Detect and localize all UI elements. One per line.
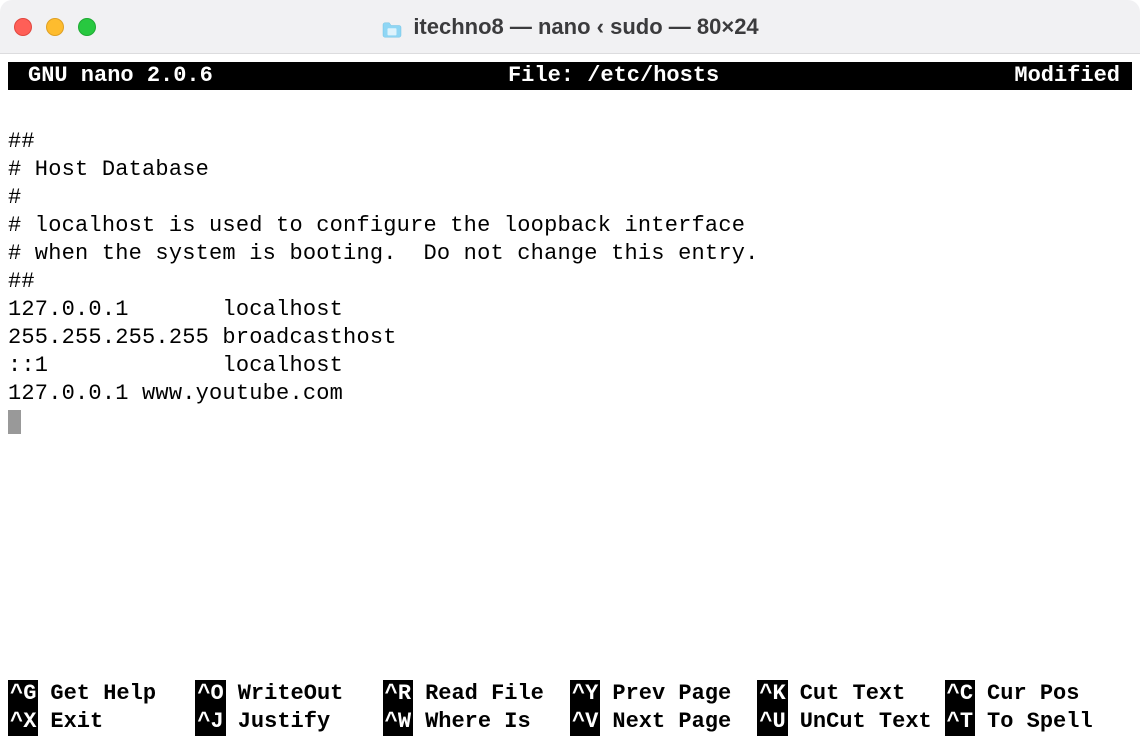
- shortcut-label: UnCut Text: [788, 708, 932, 736]
- nano-modified-status: Modified: [1014, 62, 1130, 90]
- window-title-text: itechno8 — nano ‹ sudo — 80×24: [413, 13, 758, 41]
- editor-content[interactable]: ## # Host Database # # localhost is used…: [0, 90, 1140, 436]
- shortcut-key: ^G: [8, 680, 38, 708]
- shortcut-label: Where Is: [413, 708, 531, 736]
- file-line: ::1 localhost: [8, 353, 343, 378]
- shortcut-label: Get Help: [38, 680, 156, 708]
- shortcut-cut-text[interactable]: ^KCut Text: [757, 680, 944, 708]
- traffic-lights: [14, 18, 96, 36]
- shortcut-label: Cur Pos: [975, 680, 1079, 708]
- shortcut-uncut-text[interactable]: ^UUnCut Text: [757, 708, 944, 736]
- shortcut-label: WriteOut: [226, 680, 344, 708]
- shortcut-prev-page[interactable]: ^YPrev Page: [570, 680, 757, 708]
- maximize-button[interactable]: [78, 18, 96, 36]
- shortcut-next-page[interactable]: ^VNext Page: [570, 708, 757, 736]
- shortcut-cur-pos[interactable]: ^CCur Pos: [945, 680, 1132, 708]
- shortcut-to-spell[interactable]: ^TTo Spell: [945, 708, 1132, 736]
- shortcut-where-is[interactable]: ^WWhere Is: [383, 708, 570, 736]
- shortcut-key: ^W: [383, 708, 413, 736]
- shortcut-key: ^O: [195, 680, 225, 708]
- minimize-button[interactable]: [46, 18, 64, 36]
- shortcut-key: ^J: [195, 708, 225, 736]
- file-line: 127.0.0.1 localhost: [8, 297, 343, 322]
- window-title: itechno8 — nano ‹ sudo — 80×24: [0, 13, 1140, 41]
- nano-header: GNU nano 2.0.6 File: /etc/hosts Modified: [8, 62, 1132, 90]
- shortcut-key: ^T: [945, 708, 975, 736]
- shortcut-writeout[interactable]: ^OWriteOut: [195, 680, 382, 708]
- close-button[interactable]: [14, 18, 32, 36]
- shortcut-key: ^U: [757, 708, 787, 736]
- shortcut-label: Cut Text: [788, 680, 906, 708]
- file-line: # Host Database: [8, 157, 209, 182]
- shortcut-key: ^C: [945, 680, 975, 708]
- shortcut-label: Justify: [226, 708, 330, 736]
- text-cursor: [8, 410, 21, 434]
- nano-file-label: File: /etc/hosts: [213, 62, 1015, 90]
- shortcut-get-help[interactable]: ^GGet Help: [8, 680, 195, 708]
- folder-icon: [381, 18, 403, 36]
- shortcut-justify[interactable]: ^JJustify: [195, 708, 382, 736]
- shortcut-key: ^Y: [570, 680, 600, 708]
- window-titlebar: itechno8 — nano ‹ sudo — 80×24: [0, 0, 1140, 54]
- nano-shortcut-bar: ^GGet Help ^OWriteOut ^RRead File ^YPrev…: [8, 680, 1132, 736]
- shortcut-row-2: ^XExit ^JJustify ^WWhere Is ^VNext Page …: [8, 708, 1132, 736]
- shortcut-exit[interactable]: ^XExit: [8, 708, 195, 736]
- file-line: # when the system is booting. Do not cha…: [8, 241, 759, 266]
- file-line: #: [8, 185, 21, 210]
- file-line: 127.0.0.1 www.youtube.com: [8, 381, 343, 406]
- shortcut-key: ^X: [8, 708, 38, 736]
- shortcut-label: Exit: [38, 708, 103, 736]
- shortcut-key: ^V: [570, 708, 600, 736]
- shortcut-read-file[interactable]: ^RRead File: [383, 680, 570, 708]
- shortcut-label: Next Page: [600, 708, 731, 736]
- shortcut-key: ^K: [757, 680, 787, 708]
- shortcut-label: Read File: [413, 680, 544, 708]
- file-line: ##: [8, 129, 35, 154]
- shortcut-row-1: ^GGet Help ^OWriteOut ^RRead File ^YPrev…: [8, 680, 1132, 708]
- file-line: ##: [8, 269, 35, 294]
- shortcut-label: Prev Page: [600, 680, 731, 708]
- nano-app-version: GNU nano 2.0.6: [10, 62, 213, 90]
- file-line: 255.255.255.255 broadcasthost: [8, 325, 397, 350]
- shortcut-label: To Spell: [975, 708, 1093, 736]
- file-line: # localhost is used to configure the loo…: [8, 213, 745, 238]
- shortcut-key: ^R: [383, 680, 413, 708]
